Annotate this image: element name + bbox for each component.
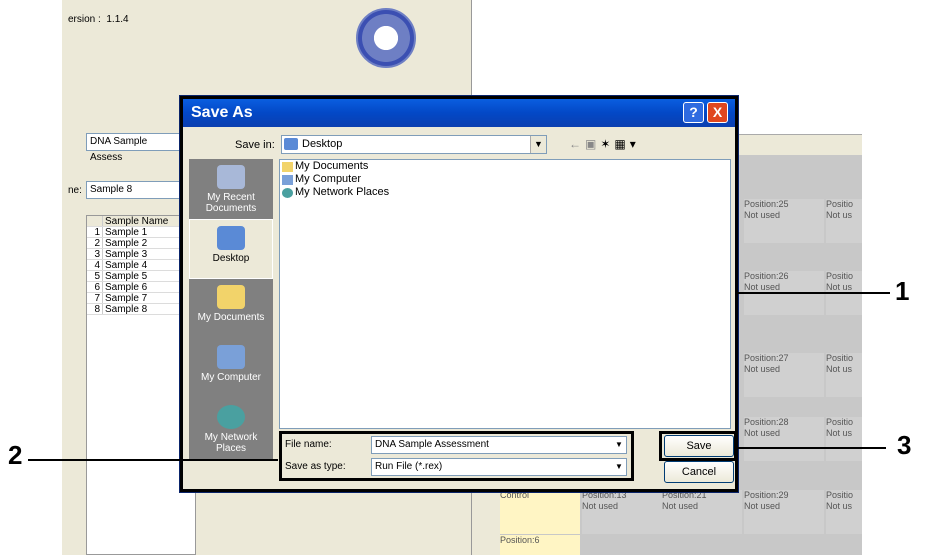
grid-cell[interactable]: Positio Not us: [826, 490, 862, 534]
grid-cell[interactable]: Positio Not us: [826, 199, 862, 243]
desktop-icon: [284, 138, 298, 150]
control-cell[interactable]: Control: [500, 490, 580, 534]
up-folder-icon[interactable]: ▣: [585, 137, 600, 151]
network-places-icon: [217, 405, 245, 429]
grid-cell[interactable]: Positio Not us: [826, 353, 862, 397]
save-button[interactable]: Save: [664, 435, 734, 457]
grid-cell[interactable]: Position:25 Not used: [744, 199, 824, 243]
grid-cell[interactable]: Position:6: [500, 535, 580, 555]
place-network[interactable]: My Network Places: [189, 399, 273, 459]
help-button[interactable]: ?: [683, 102, 704, 123]
recent-documents-icon: [217, 165, 245, 189]
save-as-dialog: Save As ? X Save in: Desktop ▼ ←▣✶▦▾ My …: [179, 95, 739, 493]
list-item[interactable]: My Computer: [280, 173, 730, 186]
rotor-logo: [356, 8, 416, 68]
grid-cell[interactable]: Position:29 Not used: [744, 490, 824, 534]
file-name-input[interactable]: DNA Sample Assessment ▼: [371, 436, 627, 454]
callout-line-3: [734, 447, 886, 449]
list-item[interactable]: My Network Places: [280, 186, 730, 199]
save-as-type-select[interactable]: Run File (*.rex) ▼: [371, 458, 627, 476]
list-item[interactable]: 6 Sample 6: [87, 282, 195, 293]
desktop-icon: [217, 226, 245, 250]
callout-2: 2: [8, 440, 23, 470]
cancel-button[interactable]: Cancel: [664, 461, 734, 483]
chevron-down-icon[interactable]: ▼: [612, 437, 626, 453]
back-icon[interactable]: ←: [569, 137, 585, 151]
sample-label: ne:: [68, 185, 82, 196]
save-in-dropdown[interactable]: Desktop ▼: [281, 135, 547, 154]
computer-icon: [282, 174, 293, 185]
save-as-type-label: Save as type:: [285, 461, 346, 472]
list-item[interactable]: 5 Sample 5: [87, 271, 195, 282]
file-name-label: File name:: [285, 439, 332, 450]
new-folder-icon[interactable]: ✶: [600, 137, 614, 151]
dialog-title: Save As: [191, 104, 253, 121]
grid-cell[interactable]: Position:13 Not used: [582, 490, 662, 534]
network-icon: [282, 187, 293, 198]
chevron-down-icon[interactable]: ▼: [612, 459, 626, 475]
file-list[interactable]: My Documents My Computer My Network Plac…: [279, 159, 731, 429]
toolbar-icons: ←▣✶▦▾: [569, 137, 640, 151]
callout-3: 3: [897, 430, 912, 460]
callout-1: 1: [895, 276, 910, 306]
dialog-titlebar: Save As ? X: [183, 99, 735, 127]
place-my-documents[interactable]: My Documents: [189, 279, 273, 339]
list-item[interactable]: 7 Sample 7: [87, 293, 195, 304]
list-item[interactable]: 4 Sample 4: [87, 260, 195, 271]
run-name-field[interactable]: DNA Sample Assess: [86, 133, 182, 163]
callout-line-1: [738, 292, 890, 294]
my-documents-icon: [217, 285, 245, 309]
callout-line-2: [28, 459, 278, 461]
save-in-label: Save in:: [235, 139, 275, 151]
list-item[interactable]: 3 Sample 3: [87, 249, 195, 260]
grid-cell[interactable]: Position:28 Not used: [744, 417, 824, 461]
views-menu-icon[interactable]: ▦▾: [614, 137, 639, 151]
close-button[interactable]: X: [707, 102, 728, 123]
version-label: ersion : 1.1.4: [68, 14, 129, 25]
place-my-computer[interactable]: My Computer: [189, 339, 273, 399]
place-desktop[interactable]: Desktop: [189, 219, 273, 279]
grid-cell[interactable]: Position:21 Not used: [662, 490, 742, 534]
sample-name-field[interactable]: Sample 8: [86, 181, 182, 199]
grid-cell[interactable]: Positio Not us: [826, 417, 862, 461]
list-item[interactable]: 2 Sample 2: [87, 238, 195, 249]
my-computer-icon: [217, 345, 245, 369]
chevron-down-icon[interactable]: ▼: [530, 136, 546, 153]
list-header: Sample Name: [87, 216, 195, 227]
places-bar: My Recent Documents Desktop My Documents…: [189, 159, 273, 459]
list-item[interactable]: My Documents: [280, 160, 730, 173]
list-item[interactable]: 8 Sample 8: [87, 304, 195, 315]
list-item[interactable]: 1 Sample 1: [87, 227, 195, 238]
grid-cell[interactable]: Position:27 Not used: [744, 353, 824, 397]
folder-icon: [282, 161, 293, 172]
place-recent-documents[interactable]: My Recent Documents: [189, 159, 273, 219]
